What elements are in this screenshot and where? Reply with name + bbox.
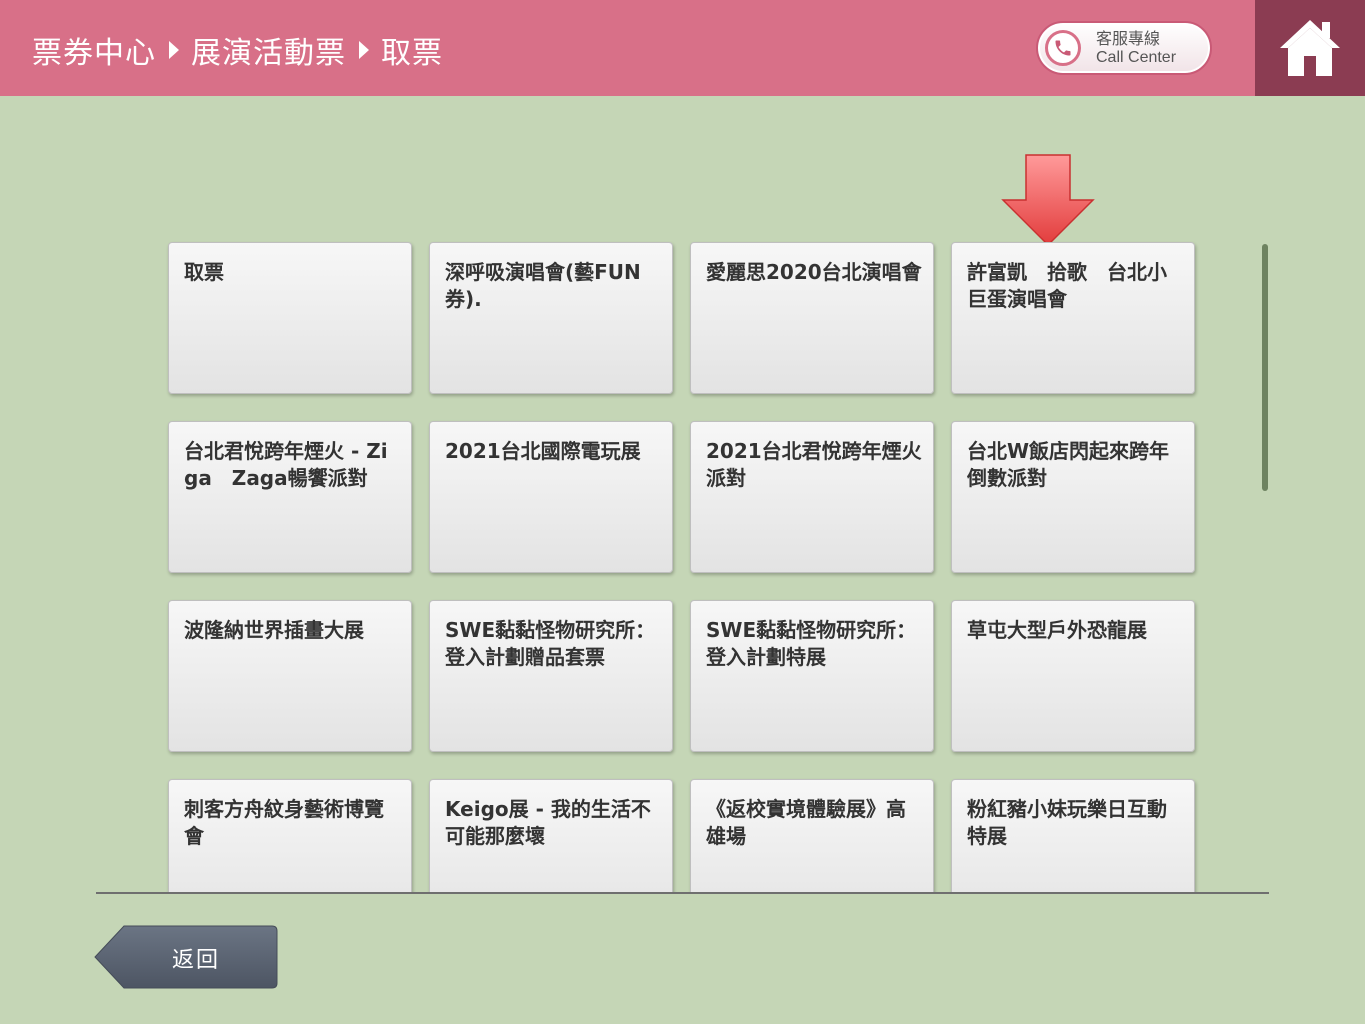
event-tile[interactable]: 2021台北君悅跨年煙火派對: [690, 421, 934, 573]
home-icon: [1280, 20, 1340, 76]
event-tile[interactable]: 2021台北國際電玩展: [429, 421, 673, 573]
event-tile[interactable]: 深呼吸演唱會(藝FUN券).: [429, 242, 673, 394]
event-tile[interactable]: 台北W飯店閃起來跨年倒數派對: [951, 421, 1195, 573]
footer-divider: [96, 892, 1269, 894]
event-tile[interactable]: 刺客方舟紋身藝術博覽會: [168, 779, 412, 892]
scrollbar-thumb[interactable]: [1262, 244, 1268, 491]
event-tile-grid: 取票 深呼吸演唱會(藝FUN券). 愛麗思2020台北演唱會 許富凱 拾歌 台北…: [96, 240, 1271, 892]
event-tile[interactable]: SWE黏黏怪物研究所：登入計劃特展: [690, 600, 934, 752]
event-tile[interactable]: 愛麗思2020台北演唱會: [690, 242, 934, 394]
call-center-label-zh: 客服專線: [1096, 29, 1161, 48]
event-tile[interactable]: 《返校實境體驗展》高雄場: [690, 779, 934, 892]
home-button[interactable]: [1255, 0, 1365, 96]
event-tile[interactable]: 台北君悅跨年煙火 - Ziga Zaga暢饗派對: [168, 421, 412, 573]
top-bar: 票券中心 展演活動票 取票 客服專線 Call Center: [0, 0, 1255, 96]
event-tile[interactable]: 草屯大型戶外恐龍展: [951, 600, 1195, 752]
breadcrumb-separator-icon: [359, 41, 369, 59]
down-arrow-indicator: [1001, 154, 1095, 247]
event-tile[interactable]: 粉紅豬小妹玩樂日互動特展: [951, 779, 1195, 892]
phone-icon: [1045, 30, 1081, 66]
breadcrumb-item-pickup: 取票: [381, 36, 443, 71]
event-tile[interactable]: 許富凱 拾歌 台北小巨蛋演唱會: [951, 242, 1195, 394]
breadcrumb: 票券中心 展演活動票 取票: [32, 28, 443, 72]
event-tile[interactable]: SWE黏黏怪物研究所：登入計劃贈品套票: [429, 600, 673, 752]
event-tile[interactable]: 波隆納世界插畫大展: [168, 600, 412, 752]
back-button-label: 返回: [172, 948, 221, 973]
breadcrumb-item-ticket-center[interactable]: 票券中心: [32, 28, 156, 72]
event-tile[interactable]: 取票: [168, 242, 412, 394]
breadcrumb-item-events[interactable]: 展演活動票: [191, 28, 346, 72]
call-center-label-en: Call Center: [1096, 49, 1177, 66]
breadcrumb-separator-icon: [169, 41, 179, 59]
event-tile[interactable]: Keigo展 - 我的生活不可能那麼壞: [429, 779, 673, 892]
call-center-label: 客服專線 Call Center: [1096, 29, 1176, 67]
back-button[interactable]: 返回: [94, 925, 278, 989]
call-center-button[interactable]: 客服專線 Call Center: [1036, 21, 1212, 75]
